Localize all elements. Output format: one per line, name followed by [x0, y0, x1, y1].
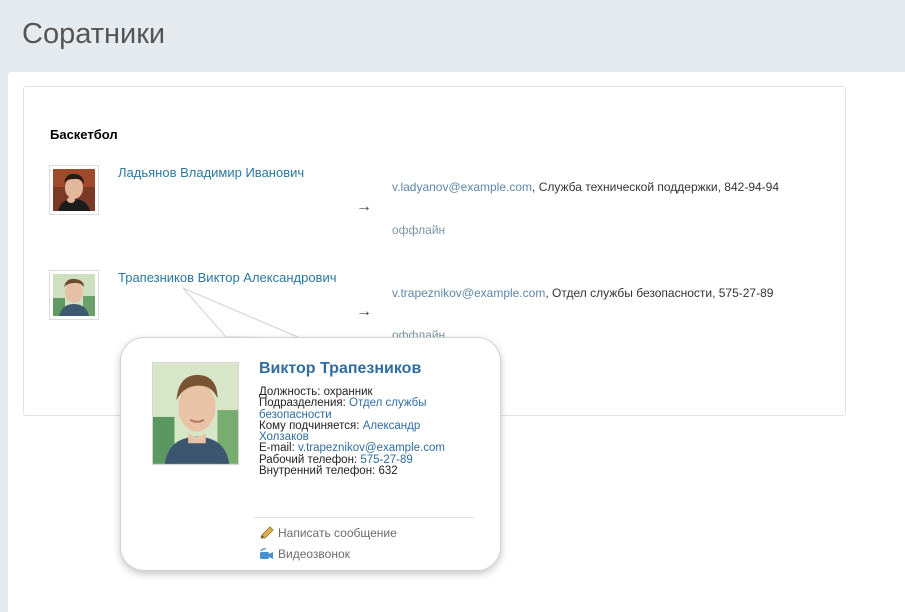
popup-manager-label: Кому подчиняется:: [259, 419, 360, 432]
user-contact-line: v.trapeznikov@example.com, Отдел службы …: [392, 286, 773, 300]
user-photo: [53, 169, 95, 211]
popup-photo: [152, 362, 239, 465]
user-email-link[interactable]: v.trapeznikov@example.com: [392, 286, 545, 300]
arrow-glyph: →: [356, 198, 372, 215]
page-title: Соратники: [22, 18, 166, 50]
popup-email-label: E-mail:: [259, 442, 295, 455]
popup-internal-phone-row: Внутренний телефон: 632: [259, 465, 469, 478]
user-status: оффлайн: [392, 223, 446, 237]
write-message-button[interactable]: Написать сообщение: [258, 526, 397, 540]
user-details: , Служба технической поддержки, 842-94-9…: [532, 180, 780, 194]
popup-user-name[interactable]: Виктор Трапезников: [259, 360, 421, 378]
popup-divider: [254, 517, 474, 518]
popup-position-label: Должность:: [259, 386, 321, 398]
user-name-link[interactable]: Трапезников Виктор Александрович: [118, 270, 337, 285]
user-email-link[interactable]: v.ladyanov@example.com: [392, 180, 532, 194]
popup-internal-phone-value: 632: [378, 465, 398, 478]
arrow-glyph: →: [356, 303, 372, 320]
group-title: Баскетбол: [50, 127, 118, 142]
video-call-button[interactable]: Видеозвонок: [258, 547, 350, 561]
page-header: Соратники: [0, 0, 905, 72]
popup-department-row: Подразделения: Отдел службы безопасности: [259, 397, 469, 421]
user-details: , Отдел службы безопасности, 575-27-89: [545, 286, 774, 300]
popup-department-label: Подразделения:: [259, 397, 346, 410]
pencil-icon: [260, 526, 274, 539]
user-avatar[interactable]: [49, 270, 99, 320]
user-popup-card: Виктор Трапезников Должность: охранник П…: [120, 337, 501, 571]
popup-position-value: охранник: [323, 386, 373, 398]
user-contact-line: v.ladyanov@example.com, Служба техническ…: [392, 180, 779, 194]
popup-internal-phone-label: Внутренний телефон:: [259, 465, 376, 478]
user-photo: [53, 274, 95, 316]
video-call-label: Видеозвонок: [278, 547, 350, 561]
user-name-link[interactable]: Ладьянов Владимир Иванович: [118, 165, 304, 180]
popup-user-info: Должность: охранник Подразделения: Отдел…: [259, 386, 469, 478]
popup-manager-row: Кому подчиняется: Александр Холзаков: [259, 419, 469, 444]
write-message-label: Написать сообщение: [278, 526, 397, 540]
video-call-icon: [260, 548, 273, 559]
popup-email-link[interactable]: v.trapeznikov@example.com: [298, 442, 445, 455]
popup-work-phone-link[interactable]: 575-27-89: [360, 454, 412, 466]
user-avatar[interactable]: [49, 165, 99, 215]
popup-work-phone-label: Рабочий телефон:: [259, 453, 358, 466]
